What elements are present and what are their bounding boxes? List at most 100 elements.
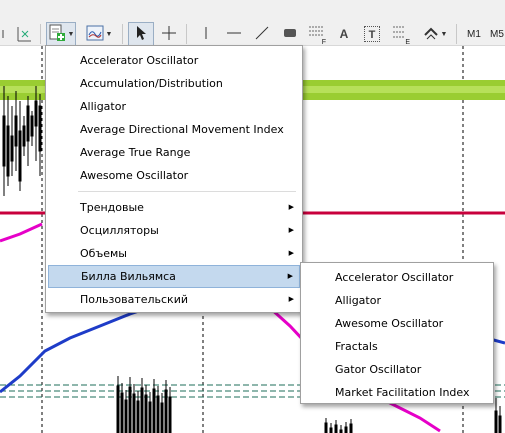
submenu-arrow-icon: ▶ — [287, 272, 293, 280]
candle-body — [120, 392, 124, 433]
candle-body — [349, 423, 353, 433]
bill-williams-submenu: Accelerator Oscillator Alligator Awesome… — [300, 262, 494, 404]
submenu-item-fractals[interactable]: Fractals — [303, 335, 491, 358]
timeframe-m1-button[interactable]: M1 — [462, 22, 486, 46]
menu-separator — [78, 191, 296, 192]
candle-body — [160, 402, 164, 433]
candle-body — [14, 115, 18, 147]
cursor-arrow-icon — [135, 25, 147, 44]
chart-toolbar: ▼ ▼ F A T E ▼ M1 M5 — [0, 0, 505, 46]
cursor-tool-button[interactable] — [128, 22, 154, 46]
candle-body — [164, 389, 168, 433]
candle-body — [132, 393, 136, 433]
horizontal-line-button[interactable] — [222, 22, 246, 46]
menu-group-label: Осцилляторы — [80, 224, 159, 237]
menu-group-oscillators[interactable]: Осцилляторы ▶ — [48, 219, 300, 242]
candle-body — [116, 385, 120, 433]
candle-body — [334, 424, 338, 433]
candle-body — [6, 125, 10, 177]
rectangle-button[interactable] — [278, 22, 302, 46]
candle-body — [498, 415, 502, 433]
horizontal-line-icon — [226, 27, 242, 41]
submenu-arrow-icon: ▶ — [288, 295, 294, 303]
toolbar-separator — [40, 24, 41, 44]
toolbar-separator — [186, 24, 187, 44]
vertical-line-icon — [201, 25, 211, 44]
candle-body — [344, 426, 348, 433]
menu-item-alligator[interactable]: Alligator — [48, 95, 300, 118]
fibonacci-button[interactable]: F — [304, 22, 328, 46]
toolbar-separator — [456, 24, 457, 44]
arrows-icon — [423, 25, 439, 44]
candle-body — [10, 135, 14, 162]
candle-body — [124, 399, 128, 433]
candle-body — [156, 395, 160, 433]
candle-body — [30, 115, 34, 137]
magenta-indicator-line — [0, 222, 43, 243]
elliott-wave-button[interactable]: E — [388, 22, 412, 46]
add-indicator-button[interactable]: ▼ — [46, 22, 76, 46]
submenu-item-market-facilitation-index[interactable]: Market Facilitation Index — [303, 381, 491, 404]
candle-body — [26, 105, 30, 142]
menu-group-label: Пользовательский — [80, 293, 188, 306]
menu-item-accelerator-oscillator[interactable]: Accelerator Oscillator — [48, 49, 300, 72]
crosshair-tool-button[interactable] — [156, 22, 182, 46]
menu-item-accumulation-distribution[interactable]: Accumulation/Distribution — [48, 72, 300, 95]
submenu-arrow-icon: ▶ — [288, 226, 294, 234]
candle-body — [152, 388, 156, 433]
vertical-line-button[interactable] — [194, 22, 218, 46]
menu-group-trend[interactable]: Трендовые ▶ — [48, 196, 300, 219]
add-indicator-icon — [48, 24, 66, 45]
elliott-letter: E — [405, 39, 410, 46]
candle-body — [329, 427, 333, 433]
text-label-letter: T — [368, 29, 376, 41]
text-tool-label: A — [339, 27, 349, 41]
menu-item-atr[interactable]: Average True Range — [48, 141, 300, 164]
candle-body — [144, 394, 148, 433]
candle-body — [140, 387, 144, 433]
candle-body — [168, 396, 172, 433]
menu-group-label: Объемы — [80, 247, 127, 260]
candle-body — [22, 125, 26, 147]
menu-item-adx[interactable]: Average Directional Movement Index — [48, 118, 300, 141]
chevron-down-icon: ▼ — [67, 30, 75, 38]
trendline-icon — [254, 25, 270, 44]
candle-body — [136, 400, 140, 433]
candle-body — [128, 386, 132, 433]
submenu-arrow-icon: ▶ — [288, 249, 294, 257]
candle-body — [148, 401, 152, 433]
fibonacci-letter: F — [321, 39, 326, 46]
submenu-item-awesome-oscillator[interactable]: Awesome Oscillator — [303, 312, 491, 335]
candle-body — [34, 100, 38, 127]
menu-group-bill-williams[interactable]: Билла Вильямса ▶ — [48, 265, 300, 288]
menu-group-volumes[interactable]: Объемы ▶ — [48, 242, 300, 265]
crosshair-icon — [161, 25, 177, 44]
chevron-down-icon: ▼ — [440, 30, 448, 38]
menu-group-label: Трендовые — [80, 201, 144, 214]
rectangle-icon — [282, 27, 298, 42]
candle-body — [2, 115, 6, 167]
trendline-button[interactable] — [250, 22, 274, 46]
arrows-tool-button[interactable]: ▼ — [418, 22, 452, 46]
text-label-icon: T — [364, 26, 380, 42]
menu-group-custom[interactable]: Пользовательский ▶ — [48, 288, 300, 311]
submenu-item-gator-oscillator[interactable]: Gator Oscillator — [303, 358, 491, 381]
submenu-item-accelerator-oscillator[interactable]: Accelerator Oscillator — [303, 266, 491, 289]
timeframe-m1-label: M1 — [467, 28, 481, 40]
candle-body — [18, 130, 22, 182]
menu-group-label: Билла Вильямса — [81, 270, 176, 283]
toolbar-separator — [122, 24, 123, 44]
chevron-down-icon: ▼ — [105, 30, 113, 38]
candle-body — [494, 410, 498, 433]
submenu-item-alligator[interactable]: Alligator — [303, 289, 491, 312]
timeframe-m5-button[interactable]: M5 — [490, 22, 505, 46]
indicator-menu: Accelerator Oscillator Accumulation/Dist… — [45, 45, 303, 313]
candle-body — [324, 422, 328, 433]
toolbar-overflow-button[interactable] — [0, 22, 10, 46]
templates-button[interactable]: ▼ — [84, 22, 114, 46]
text-tool-button[interactable]: A — [332, 22, 356, 46]
chart-shift-button[interactable] — [10, 22, 36, 46]
candle-body — [38, 105, 42, 152]
menu-item-awesome-oscillator[interactable]: Awesome Oscillator — [48, 164, 300, 187]
text-label-button[interactable]: T — [360, 22, 384, 46]
